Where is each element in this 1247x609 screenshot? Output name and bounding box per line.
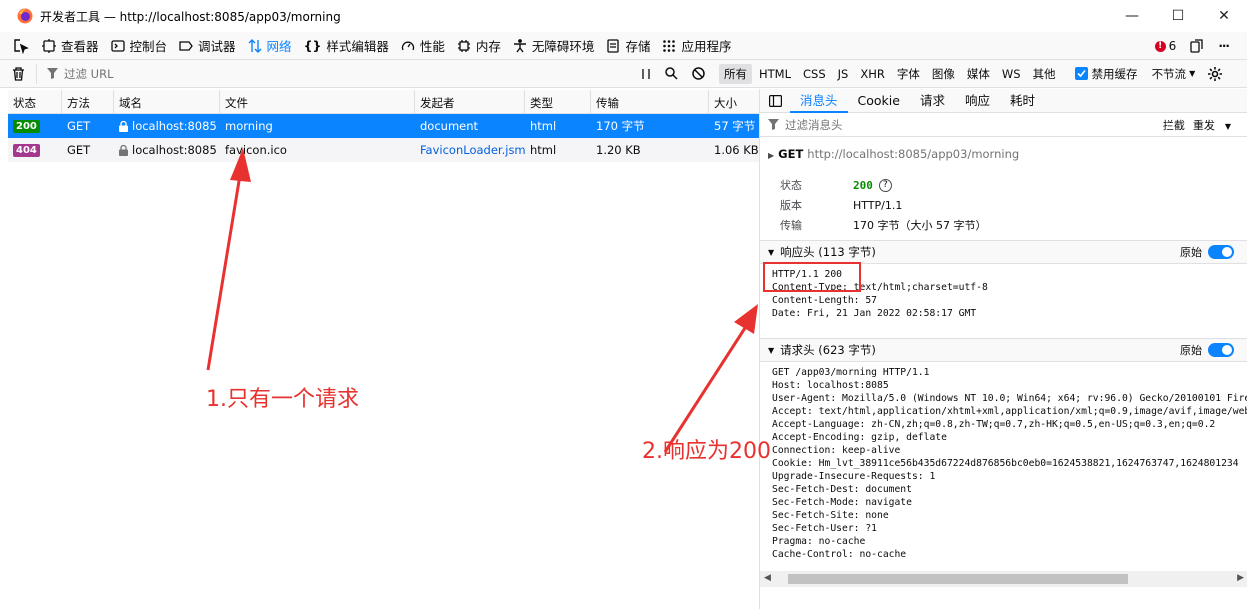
annotation-label-1: 1.只有一个请求 <box>206 387 359 412</box>
status-highlight-box <box>763 262 861 292</box>
arrow-to-status <box>663 304 758 453</box>
arrow-to-request <box>206 148 251 371</box>
annotation-label-2: 2.响应为200 <box>642 439 771 464</box>
annotation-arrows <box>206 148 758 453</box>
